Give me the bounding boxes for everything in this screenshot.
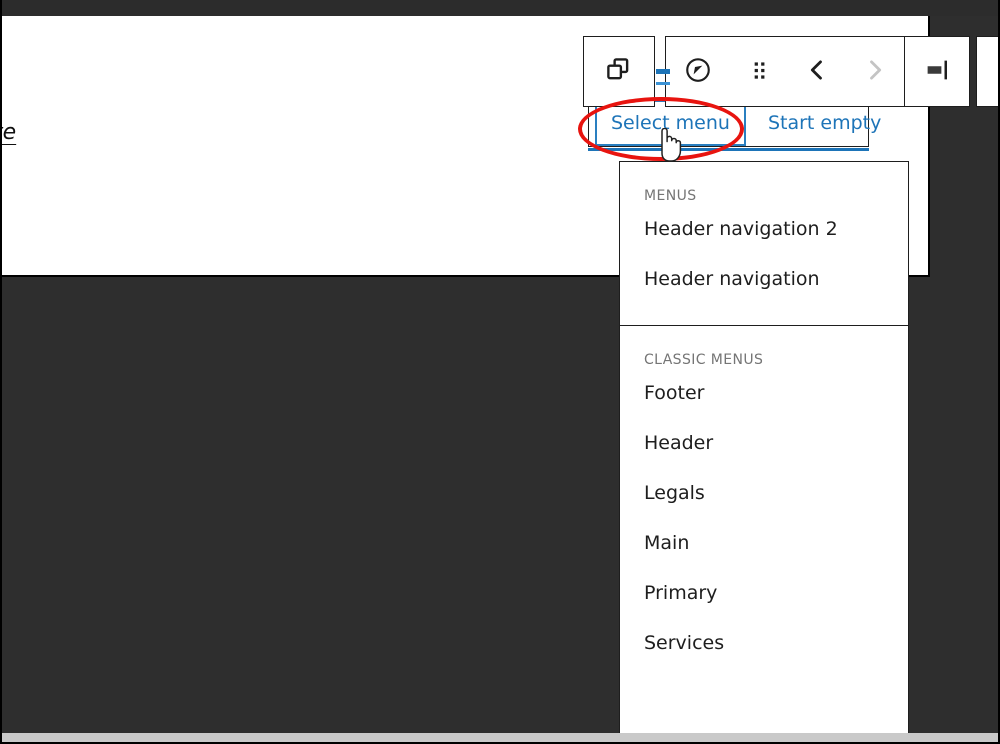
dropdown-item-main[interactable]: Main <box>620 518 908 568</box>
block-selection-marker-bottom <box>656 82 670 85</box>
move-right-button[interactable] <box>846 37 904 106</box>
select-parent-block-button[interactable] <box>590 37 648 106</box>
copy-blocks-icon <box>604 55 634 88</box>
dropdown-item-services[interactable]: Services <box>620 618 908 668</box>
window-bottom-strip <box>2 733 998 742</box>
vertical-scrollbar-track[interactable] <box>955 102 973 732</box>
block-selection-marker-top <box>656 69 670 74</box>
toolbar-group-justify <box>976 36 1000 107</box>
align-button[interactable] <box>905 37 969 106</box>
dropdown-item-legals[interactable]: Legals <box>620 468 908 518</box>
dropdown-section-label: MENUS <box>644 188 697 204</box>
toolbar-group-parent <box>583 36 655 107</box>
toolbar-group-block <box>665 36 970 107</box>
placeholder-underline <box>588 148 869 151</box>
block-type-button[interactable] <box>666 37 730 106</box>
dropdown-section-label: CLASSIC MENUS <box>644 352 764 368</box>
chevron-left-icon <box>803 56 831 87</box>
drag-dots-icon <box>746 57 772 86</box>
dropdown-section-menus: MENUS Header navigation 2 Header navigat… <box>620 162 908 304</box>
block-toolbar <box>583 36 1000 107</box>
app-root: te <box>0 0 1000 744</box>
select-menu-dropdown: MENUS Header navigation 2 Header navigat… <box>619 161 909 740</box>
window-top-bar <box>0 0 1000 16</box>
canvas-partial-link[interactable]: te <box>0 120 16 145</box>
dropdown-item-primary[interactable]: Primary <box>620 568 908 618</box>
align-right-icon <box>922 55 952 88</box>
window-border-left <box>0 0 2 744</box>
move-left-button[interactable] <box>788 37 846 106</box>
chevron-right-icon <box>861 56 889 87</box>
dropdown-item-header-navigation[interactable]: Header navigation <box>620 254 908 304</box>
start-empty-button[interactable]: Start empty <box>754 101 895 145</box>
navigation-compass-icon <box>683 55 713 88</box>
dropdown-section-classic-menus: CLASSIC MENUS Footer Header Legals Main … <box>620 326 908 668</box>
dropdown-item-header-navigation-2[interactable]: Header navigation 2 <box>620 204 908 254</box>
dropdown-item-header[interactable]: Header <box>620 418 908 468</box>
dropdown-item-footer[interactable]: Footer <box>620 368 908 418</box>
drag-handle-button[interactable] <box>730 37 788 106</box>
